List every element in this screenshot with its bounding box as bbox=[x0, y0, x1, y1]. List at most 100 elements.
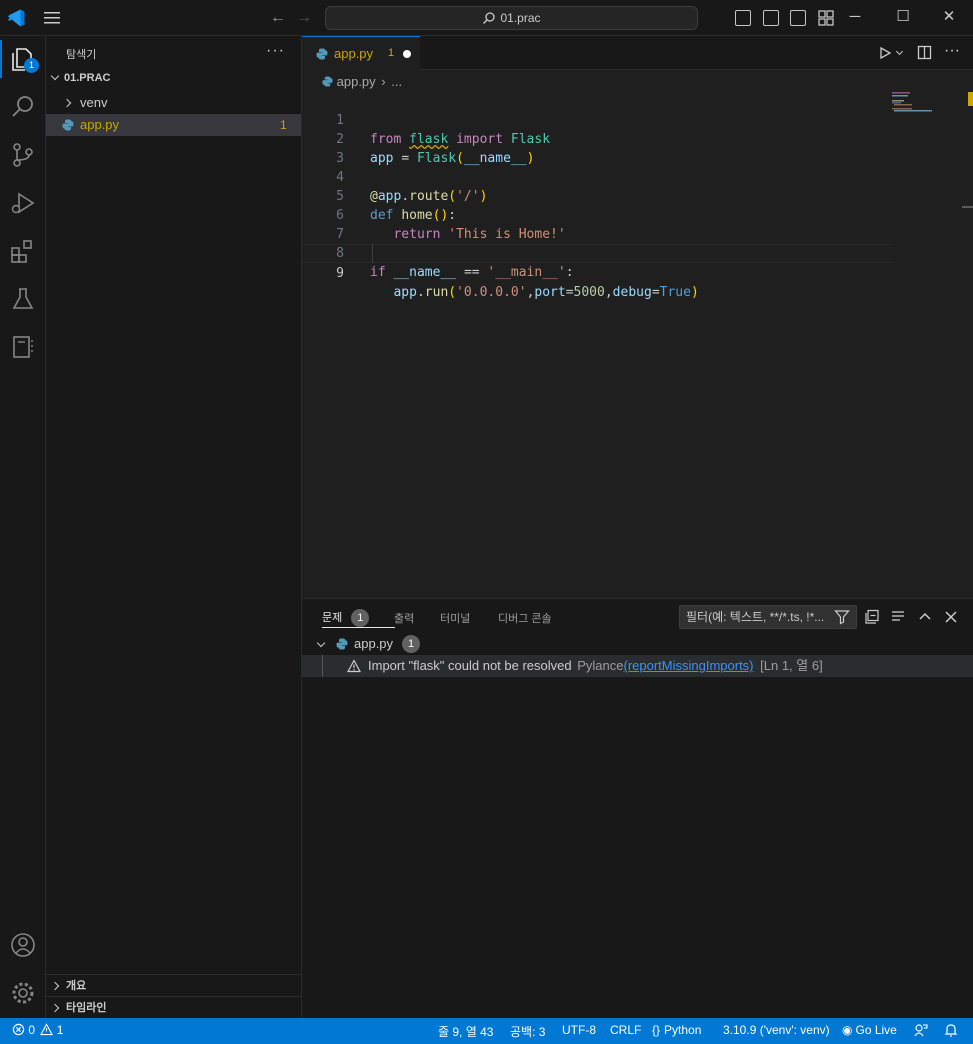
language-label: Python bbox=[664, 1023, 702, 1037]
code-line[interactable]: 1 from flask import Flask bbox=[302, 92, 892, 147]
problem-code-link[interactable]: (reportMissingImports) bbox=[623, 658, 753, 673]
chevron-right-icon bbox=[50, 1003, 60, 1013]
problem-file-row[interactable]: app.py 1 bbox=[302, 633, 973, 655]
code-line[interactable]: 6 return 'This is Home!' bbox=[302, 187, 892, 242]
run-python-file-icon[interactable] bbox=[878, 46, 892, 60]
customize-layout-icon[interactable] bbox=[818, 10, 834, 26]
code-line[interactable]: 8 if __name__ == '__main__': bbox=[302, 225, 892, 280]
activity-bar: 1 bbox=[0, 36, 46, 1018]
warning-icon bbox=[40, 1023, 54, 1036]
code-line-text: if __name__ == '__main__': bbox=[370, 265, 574, 280]
account-icon bbox=[11, 933, 35, 957]
beaker-icon bbox=[12, 288, 34, 309]
manage-activity[interactable] bbox=[8, 978, 38, 1008]
search-activity[interactable] bbox=[8, 92, 38, 122]
run-dropdown-chevron-icon[interactable] bbox=[895, 47, 904, 56]
problems-status[interactable]: 0 1 bbox=[12, 1023, 63, 1037]
indentation-status[interactable]: 공백: 3 bbox=[510, 1023, 545, 1040]
outline-section[interactable]: 개요 bbox=[46, 974, 301, 996]
close-window-button[interactable]: ✕ bbox=[937, 6, 961, 30]
notifications-status[interactable] bbox=[944, 1023, 958, 1040]
testing-activity[interactable] bbox=[8, 284, 38, 314]
tab-problems[interactable]: 문제 1 bbox=[322, 609, 396, 628]
warning-count: 1 bbox=[56, 1023, 64, 1037]
toggle-primary-sidebar-icon[interactable] bbox=[735, 10, 751, 26]
python-file-icon bbox=[316, 48, 328, 60]
back-arrow-icon[interactable]: ← bbox=[270, 9, 286, 27]
close-panel-icon[interactable] bbox=[943, 609, 959, 625]
vscode-logo-icon bbox=[8, 9, 25, 27]
more-actions-button[interactable]: ··· bbox=[266, 42, 285, 60]
maximize-panel-icon[interactable] bbox=[917, 609, 933, 625]
go-live-status[interactable]: ◉ Go Live bbox=[842, 1023, 897, 1037]
cursor-scroll-marker bbox=[962, 206, 973, 208]
layout-controls bbox=[735, 10, 842, 29]
more-editor-actions-button[interactable]: ··· bbox=[944, 42, 960, 60]
explorer-activity[interactable]: 1 bbox=[0, 40, 39, 78]
source-control-activity[interactable] bbox=[8, 140, 38, 170]
forward-arrow-icon[interactable]: → bbox=[296, 9, 312, 27]
toggle-secondary-sidebar-icon[interactable] bbox=[790, 10, 807, 26]
go-live-label: Go Live bbox=[855, 1023, 897, 1037]
feedback-status[interactable] bbox=[914, 1023, 928, 1040]
view-as-list-icon[interactable] bbox=[890, 609, 906, 625]
encoding-status[interactable]: UTF-8 bbox=[562, 1023, 596, 1037]
tree-item-venv[interactable]: venv bbox=[46, 92, 301, 114]
gear-icon bbox=[12, 982, 34, 1004]
indent-guide bbox=[372, 244, 373, 263]
code-line[interactable]: 3 bbox=[302, 130, 892, 166]
editor-area: app.py 1 ··· app.py › ... 1 from flask i… bbox=[302, 36, 973, 598]
command-center-search[interactable]: 01.prac bbox=[325, 6, 698, 30]
notebook-activity[interactable] bbox=[8, 332, 38, 362]
timeline-section[interactable]: 타임라인 bbox=[46, 996, 301, 1018]
code-line-current[interactable]: 9 app.run('0.0.0.0',port=5000,debug=True… bbox=[302, 244, 892, 300]
tree-item-label: app.py bbox=[80, 117, 120, 132]
breadcrumb-symbols[interactable]: ... bbox=[391, 74, 402, 89]
toggle-panel-icon[interactable] bbox=[762, 10, 779, 26]
search-icon bbox=[483, 12, 496, 24]
problems-count-badge: 1 bbox=[351, 609, 370, 627]
collapse-all-icon[interactable] bbox=[864, 609, 880, 625]
eol-status[interactable]: CRLF bbox=[610, 1023, 641, 1037]
tab-app-py[interactable]: app.py 1 bbox=[302, 36, 420, 70]
filter-icon[interactable] bbox=[834, 609, 850, 625]
tree-item-app-py[interactable]: app.py 1 bbox=[46, 114, 301, 136]
extensions-activity[interactable] bbox=[8, 236, 38, 266]
code-line-text: app.run('0.0.0.0',port=5000,debug=True) bbox=[393, 285, 699, 300]
tab-terminal[interactable]: 터미널 bbox=[440, 610, 470, 626]
code-line[interactable]: 2 app = Flask(__name__) bbox=[302, 111, 892, 166]
maximize-button[interactable]: ☐ bbox=[891, 6, 915, 30]
language-mode-status[interactable]: {} Python bbox=[652, 1023, 701, 1037]
tab-output[interactable]: 출력 bbox=[394, 610, 414, 626]
warning-icon bbox=[347, 659, 361, 673]
problem-row[interactable]: Import "flask" could not be resolved Pyl… bbox=[302, 655, 973, 677]
split-editor-icon[interactable] bbox=[917, 45, 932, 60]
unsaved-dot-icon[interactable] bbox=[403, 50, 411, 58]
problems-filter-input[interactable]: 필터(예: 텍스트, **/*.ts, !*... bbox=[679, 605, 857, 629]
python-file-icon bbox=[336, 638, 348, 650]
breadcrumb-separator-icon: › bbox=[381, 74, 386, 89]
notebook-icon bbox=[13, 336, 33, 358]
code-line[interactable]: 4 @app.route('/') bbox=[302, 149, 892, 204]
breadcrumb-file[interactable]: app.py bbox=[337, 74, 376, 89]
tab-label: app.py bbox=[334, 46, 374, 61]
tab-debug-console[interactable]: 디버그 콘솔 bbox=[498, 610, 552, 626]
command-center-text: 01.prac bbox=[500, 11, 541, 25]
cursor-position-status[interactable]: 줄 9, 열 43 bbox=[438, 1023, 493, 1040]
menu-icon[interactable] bbox=[42, 10, 62, 26]
code-line[interactable]: 7 bbox=[302, 206, 892, 242]
python-interpreter-status[interactable]: 3.10.9 ('venv': venv) bbox=[723, 1023, 830, 1037]
outline-label: 개요 bbox=[66, 980, 87, 992]
bottom-panel: 문제 1 출력 터미널 디버그 콘솔 필터(예: 텍스트, **/*.ts, !… bbox=[302, 598, 973, 1018]
code-line[interactable]: 5 def home(): bbox=[302, 168, 892, 223]
accounts-activity[interactable] bbox=[8, 930, 38, 960]
editor-tabs: app.py 1 ··· bbox=[302, 36, 973, 70]
minimap[interactable] bbox=[892, 92, 952, 122]
braces-icon: {} bbox=[652, 1023, 661, 1037]
timeline-label: 타임라인 bbox=[66, 1002, 107, 1014]
workspace-folder-header[interactable]: 01.PRAC bbox=[50, 71, 110, 84]
search-icon bbox=[12, 96, 33, 117]
explorer-sidebar: 탐색기 ··· 01.PRAC venv app.py 1 개요 타임라인 bbox=[46, 36, 302, 1018]
minimize-button[interactable]: ─ bbox=[843, 6, 867, 30]
run-debug-activity[interactable] bbox=[8, 188, 38, 218]
